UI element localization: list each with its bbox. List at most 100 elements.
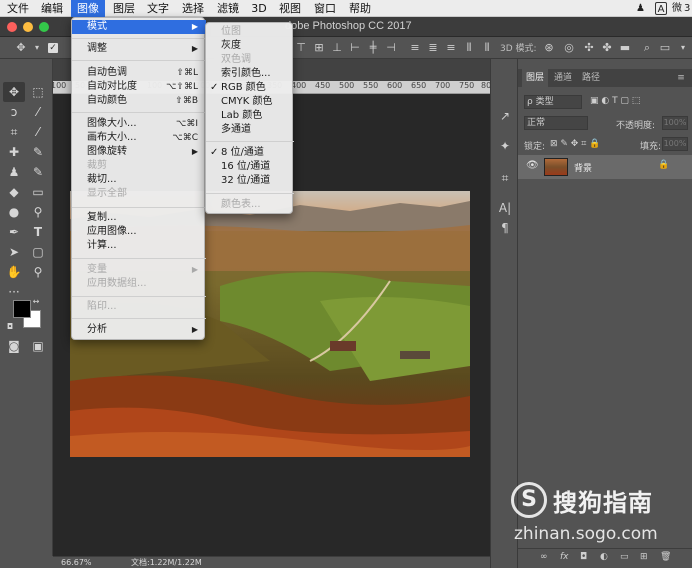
align-right-icon[interactable]: ⊣ <box>384 41 398 55</box>
puzzle-panel-icon[interactable]: ✦ <box>496 137 514 155</box>
menu-edit[interactable]: 编辑 <box>38 0 66 17</box>
search-icon[interactable]: ⌕ <box>640 41 654 55</box>
workspace-icon[interactable]: ▭ <box>658 41 672 55</box>
3d-orbit-icon[interactable]: ⊛ <box>542 41 556 55</box>
paragraph-panel-icon[interactable]: ¶ <box>496 219 514 237</box>
3d-scale-icon[interactable]: ▬ <box>618 41 632 55</box>
fx-icon[interactable]: fx <box>560 552 569 562</box>
hand-tool[interactable]: ✋ <box>3 262 25 282</box>
menu-item-duplicate[interactable]: 复制... <box>72 211 206 225</box>
healing-brush-tool[interactable]: ✚ <box>3 142 25 162</box>
auto-select-checkbox[interactable]: ✓ <box>48 43 58 53</box>
align-middle-icon[interactable]: ⊞ <box>312 41 326 55</box>
3d-roll-icon[interactable]: ◎ <box>562 41 576 55</box>
zoom-level[interactable]: 66.67% <box>61 557 92 568</box>
layer-filter-select[interactable]: ρ 类型 <box>524 95 582 109</box>
menu-3d[interactable]: 3D <box>248 0 270 17</box>
menu-item-apply-image[interactable]: 应用图像... <box>72 225 206 239</box>
menu-help[interactable]: 帮助 <box>345 0 375 17</box>
distribute-right-icon[interactable]: ⫴ <box>480 41 494 55</box>
mode-32-bit[interactable]: 32 位/通道 <box>206 174 294 188</box>
menu-view[interactable]: 视图 <box>276 0 304 17</box>
mode-multichannel[interactable]: 多通道 <box>206 123 294 137</box>
menu-select[interactable]: 选择 <box>178 0 208 17</box>
tray-badge[interactable]: 3 <box>684 2 690 15</box>
tab-paths[interactable]: 路径 <box>578 69 604 87</box>
lasso-tool[interactable]: ↄ <box>3 102 25 122</box>
adjustment-icon[interactable]: ◐ <box>600 552 608 562</box>
quick-mask-icon[interactable]: ◙ <box>3 336 25 356</box>
move-tool-icon[interactable]: ✥ <box>14 41 28 55</box>
brush-tool[interactable]: ✎ <box>27 142 49 162</box>
tray-input-method[interactable]: A <box>655 2 667 15</box>
shape-tool[interactable]: ▢ <box>27 242 49 262</box>
blur-tool[interactable]: ● <box>3 202 25 222</box>
mode-cmyk-color[interactable]: CMYK 颜色 <box>206 95 294 109</box>
filter-icons[interactable]: ▣ ◐ T ▢ ⬚ <box>590 96 640 106</box>
distribute-middle-icon[interactable]: ≣ <box>426 41 440 55</box>
menu-image[interactable]: 图像 <box>71 0 105 17</box>
clone-stamp-tool[interactable]: ♟ <box>3 162 25 182</box>
magic-wand-tool[interactable]: ⁄ <box>27 102 49 122</box>
path-selection-tool[interactable]: ➤ <box>3 242 25 262</box>
mode-grayscale[interactable]: 灰度 <box>206 39 294 53</box>
type-tool[interactable]: T <box>27 222 49 242</box>
mode-lab-color[interactable]: Lab 颜色 <box>206 109 294 123</box>
menu-item-image-size[interactable]: 图像大小... ⌥⌘I <box>72 117 206 131</box>
character-panel-icon[interactable]: A| <box>496 199 514 217</box>
menu-type[interactable]: 文字 <box>144 0 172 17</box>
tab-layers[interactable]: 图层 <box>522 69 548 87</box>
distribute-bottom-icon[interactable]: ≡ <box>444 41 458 55</box>
chevron-down-icon[interactable]: ▾ <box>30 41 44 55</box>
menu-item-mode[interactable]: 模式 ▶ <box>72 20 206 34</box>
more-tools-icon[interactable]: ··· <box>3 282 25 302</box>
align-left-icon[interactable]: ⊢ <box>348 41 362 55</box>
blend-mode-select[interactable]: 正常 <box>524 116 588 130</box>
menu-filter[interactable]: 滤镜 <box>213 0 243 17</box>
layer-row-background[interactable]: 👁 背景 🔒 <box>518 155 692 179</box>
lock-icon[interactable]: 🔒 <box>658 160 669 170</box>
foreground-color-swatch[interactable] <box>13 300 31 318</box>
group-icon[interactable]: ▭ <box>620 552 629 562</box>
align-bottom-icon[interactable]: ⊥ <box>330 41 344 55</box>
crop-tool[interactable]: ⌗ <box>3 122 25 142</box>
fill-field[interactable]: 100% <box>662 137 688 151</box>
menu-item-calculations[interactable]: 计算... <box>72 239 206 253</box>
default-colors-icon[interactable]: ◘ <box>4 322 16 332</box>
menu-file[interactable]: 文件 <box>4 0 32 17</box>
crop-panel-icon[interactable]: ⌗ <box>496 169 514 187</box>
tray-icon-a[interactable]: ♟ <box>636 2 645 15</box>
minimize-button[interactable] <box>23 22 33 32</box>
eye-icon[interactable]: 👁 <box>526 160 539 171</box>
tab-channels[interactable]: 通道 <box>550 69 576 87</box>
tray-wechat-icon[interactable]: 微 <box>672 2 682 15</box>
eraser-tool[interactable]: ◆ <box>3 182 25 202</box>
menu-item-trim[interactable]: 裁切... <box>72 173 206 187</box>
distribute-left-icon[interactable]: ⫴ <box>462 41 476 55</box>
mode-rgb-color[interactable]: ✓ RGB 颜色 <box>206 81 294 95</box>
menu-item-auto-tone[interactable]: 自动色调 ⇧⌘L <box>72 66 206 80</box>
pen-tool[interactable]: ✒ <box>3 222 25 242</box>
close-button[interactable] <box>7 22 17 32</box>
menu-item-canvas-size[interactable]: 画布大小... ⌥⌘C <box>72 131 206 145</box>
3d-pan-icon[interactable]: ✣ <box>582 41 596 55</box>
align-center-icon[interactable]: ╪ <box>366 41 380 55</box>
zoom-tool[interactable]: ⚲ <box>27 262 49 282</box>
opacity-field[interactable]: 100% <box>662 116 688 130</box>
new-layer-icon[interactable]: ⊞ <box>640 552 648 562</box>
menu-item-adjust[interactable]: 调整 ▶ <box>72 42 206 56</box>
menu-window[interactable]: 窗口 <box>310 0 340 17</box>
mode-indexed-color[interactable]: 索引颜色... <box>206 67 294 81</box>
mask-icon[interactable]: ◘ <box>580 552 587 562</box>
trash-icon[interactable]: 🗑 <box>660 552 671 562</box>
menu-item-auto-contrast[interactable]: 自动对比度 ⌥⇧⌘L <box>72 80 206 94</box>
menu-layer[interactable]: 图层 <box>110 0 138 17</box>
marquee-tool[interactable]: ⬚ <box>27 82 49 102</box>
gradient-tool[interactable]: ▭ <box>27 182 49 202</box>
distribute-top-icon[interactable]: ≡ <box>408 41 422 55</box>
3d-slide-icon[interactable]: ✤ <box>600 41 614 55</box>
menu-item-image-rotation[interactable]: 图像旋转 ▶ <box>72 145 206 159</box>
history-brush-tool[interactable]: ✎ <box>27 162 49 182</box>
history-panel-icon[interactable]: ↗ <box>496 107 514 125</box>
screen-mode-icon[interactable]: ▣ <box>27 336 49 356</box>
